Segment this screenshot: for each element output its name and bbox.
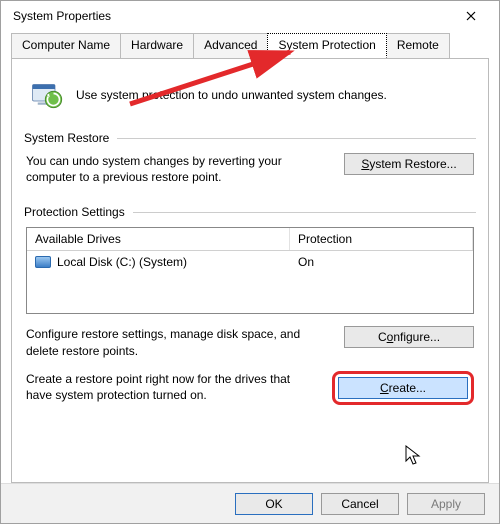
system-restore-description: You can undo system changes by reverting…	[26, 153, 308, 185]
system-properties-window: System Properties Computer Name Hardware…	[0, 0, 500, 524]
cancel-button[interactable]: Cancel	[321, 493, 399, 515]
create-highlight-annotation: Create...	[332, 371, 474, 405]
group-protection-settings: Protection Settings Available Drives Pro…	[24, 205, 476, 404]
tab-page-system-protection: Use system protection to undo unwanted s…	[11, 58, 489, 483]
close-icon	[466, 11, 476, 21]
drive-icon	[35, 256, 51, 268]
apply-button[interactable]: Apply	[407, 493, 485, 515]
tab-remote[interactable]: Remote	[386, 33, 450, 58]
group-system-restore: System Restore You can undo system chang…	[24, 131, 476, 185]
create-button[interactable]: Create...	[338, 377, 468, 399]
configure-button[interactable]: Configure...	[344, 326, 474, 348]
group-title-system-restore: System Restore	[24, 131, 109, 145]
intro-text: Use system protection to undo unwanted s…	[76, 88, 387, 102]
tab-row: Computer Name Hardware Advanced System P…	[1, 33, 499, 58]
table-row[interactable]: Local Disk (C:) (System) On	[27, 251, 473, 273]
group-title-protection-settings: Protection Settings	[24, 205, 125, 219]
intro-row: Use system protection to undo unwanted s…	[28, 77, 472, 113]
col-header-protection: Protection	[290, 228, 473, 250]
titlebar: System Properties	[1, 1, 499, 31]
tab-advanced[interactable]: Advanced	[193, 33, 268, 58]
configure-description: Configure restore settings, manage disk …	[26, 326, 308, 358]
window-title: System Properties	[9, 9, 451, 23]
tab-hardware[interactable]: Hardware	[120, 33, 194, 58]
drive-name: Local Disk (C:) (System)	[57, 255, 187, 269]
drive-protection-status: On	[290, 253, 473, 271]
ok-button[interactable]: OK	[235, 493, 313, 515]
close-button[interactable]	[451, 2, 491, 30]
tab-computer-name[interactable]: Computer Name	[11, 33, 121, 58]
dialog-footer: OK Cancel Apply	[1, 483, 499, 523]
create-description: Create a restore point right now for the…	[26, 371, 308, 403]
system-restore-icon	[28, 77, 64, 113]
table-header: Available Drives Protection	[27, 228, 473, 251]
tab-system-protection[interactable]: System Protection	[267, 33, 386, 58]
col-header-drives: Available Drives	[27, 228, 290, 250]
system-restore-button[interactable]: System Restore...	[344, 153, 474, 175]
drives-table: Available Drives Protection Local Disk (…	[26, 227, 474, 314]
